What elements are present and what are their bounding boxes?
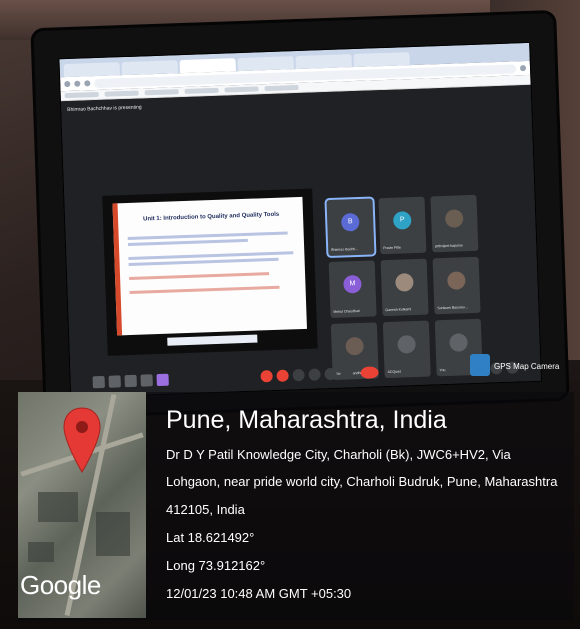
participant-name: prthvijeet kapurse (435, 243, 463, 249)
longitude: Long 73.912162° (166, 558, 266, 573)
participant-avatar (395, 273, 414, 292)
browser-tab[interactable] (121, 60, 178, 76)
browser-tab-active[interactable] (179, 58, 236, 74)
participant-tile[interactable]: Sonkumi Bansmo... (432, 256, 481, 315)
present-icon[interactable] (324, 367, 337, 381)
slide-caption-bar (167, 334, 258, 346)
participant-tile[interactable]: M Mehul Chaudhari (328, 260, 377, 318)
address-line: Dr D Y Patil Knowledge City, Charholi (B… (166, 447, 511, 462)
profile-icon[interactable] (519, 65, 527, 72)
bookmark[interactable] (264, 84, 299, 92)
meeting-tool-icon[interactable] (108, 375, 121, 388)
location-title: Pune, Maharashtra, India (166, 406, 447, 434)
participant-tile[interactable]: P Pravin Pitle (378, 196, 427, 255)
bookmark[interactable] (184, 87, 219, 94)
participant-name: Sonkumi Bansmo... (437, 305, 468, 311)
forward-icon[interactable] (74, 80, 81, 87)
leave-call-icon[interactable] (360, 366, 379, 379)
slide-text-line (129, 285, 280, 294)
more-options-icon[interactable] (340, 367, 353, 380)
browser-tab[interactable] (63, 62, 121, 78)
browser-tab[interactable] (353, 52, 410, 68)
bookmark[interactable] (104, 90, 139, 97)
shared-screen: Unit 1: Introduction to Quality and Qual… (102, 188, 318, 356)
meeting-tool-icon[interactable] (140, 374, 153, 387)
participant-tile[interactable]: Ganesh Kulkarni (380, 258, 429, 317)
participant-tiles: B Bhimrao Bachh... P Pravin Pitle prthvijeet… (324, 194, 487, 380)
map-building (96, 512, 130, 556)
browser-tab[interactable] (295, 54, 352, 70)
participant-avatar: B (340, 212, 360, 232)
slide-text-line (127, 231, 288, 241)
slide-text-line (129, 272, 270, 281)
participant-avatar: P (392, 211, 412, 230)
slide-accent-bar (112, 203, 123, 336)
participant-name: Ganesh Kulkarni (385, 307, 412, 313)
meeting-tool-icon[interactable] (92, 375, 105, 389)
meeting-tool-icon[interactable] (124, 374, 137, 388)
browser-tab[interactable] (237, 56, 294, 72)
address-line: 412105, India (166, 502, 245, 517)
gps-map-camera-label: GPS Map Camera (494, 362, 560, 371)
back-icon[interactable] (64, 80, 71, 88)
participant-name: Bhimrao Bachh... (331, 246, 359, 252)
timestamp: 12/01/23 10:48 AM GMT +05:30 (166, 586, 352, 601)
map-pin-icon (63, 407, 101, 473)
camera-off-icon[interactable] (276, 369, 289, 382)
participant-name: Pravin Pitle (383, 245, 401, 251)
gps-map-camera-logo (470, 354, 490, 376)
participant-tile[interactable]: prthvijeet kapurse (430, 194, 479, 253)
bookmark[interactable] (64, 91, 99, 99)
latitude: Lat 18.621492° (166, 530, 255, 545)
bookmark[interactable] (224, 86, 259, 93)
bookmark[interactable] (144, 89, 179, 96)
laptop-screen: Bhimrao Bachchhav is presenting Unit 1: … (58, 41, 542, 399)
participant-avatar: M (343, 274, 362, 294)
participant-avatar (447, 271, 466, 290)
meeting-tool-icon[interactable] (156, 373, 169, 387)
captions-icon[interactable] (292, 368, 305, 382)
map-building (38, 492, 78, 522)
participant-name: Mehul Chaudhari (333, 308, 361, 314)
presenting-banner: Bhimrao Bachchhav is presenting (67, 104, 142, 114)
participant-avatar (449, 333, 468, 352)
map-thumbnail: Google (18, 392, 146, 618)
participant-avatar (345, 336, 364, 356)
reload-icon[interactable] (84, 80, 91, 87)
raise-hand-icon[interactable] (308, 368, 321, 381)
participant-avatar (444, 209, 464, 228)
presentation-slide: Unit 1: Introduction to Quality and Qual… (112, 196, 307, 336)
mic-off-icon[interactable] (260, 370, 273, 383)
google-attribution: Google (20, 570, 101, 600)
map-building (28, 542, 54, 562)
meeting-area: Bhimrao Bachchhav is presenting Unit 1: … (60, 84, 542, 399)
participant-tile[interactable]: B Bhimrao Bachh... (324, 196, 377, 259)
address-line: Lohgaon, near pride world city, Charholi… (166, 474, 558, 489)
slide-title: Unit 1: Introduction to Quality and Qual… (142, 211, 280, 223)
slide-text-line (127, 238, 248, 247)
participant-avatar (397, 335, 416, 354)
